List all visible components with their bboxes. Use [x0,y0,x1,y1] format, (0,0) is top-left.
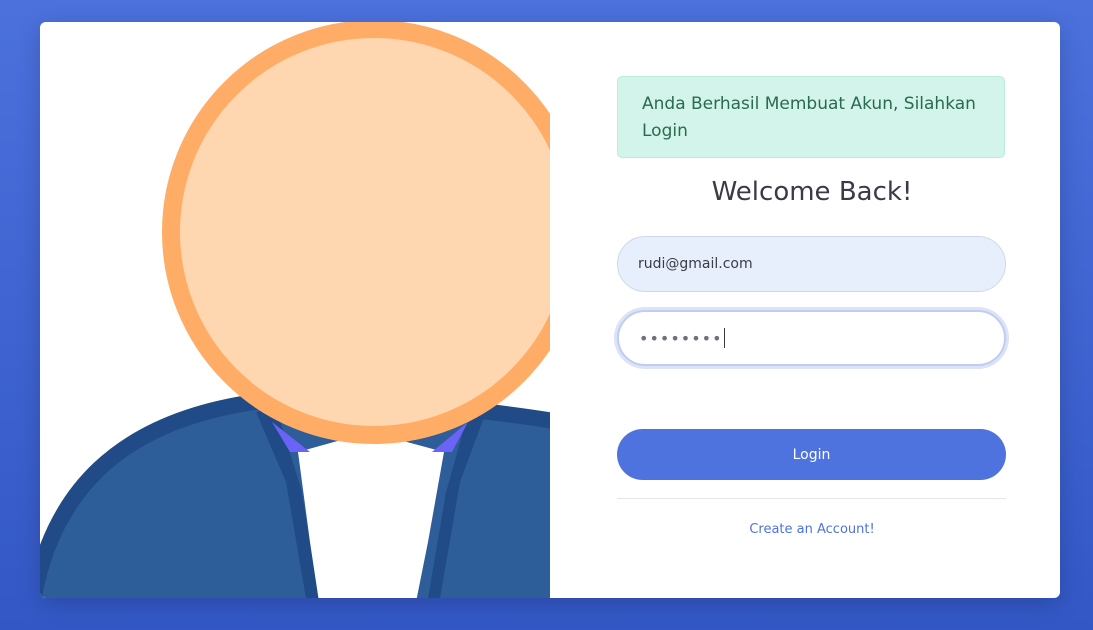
password-field[interactable]: •••••••• [617,310,1006,366]
login-illustration [40,22,550,598]
login-button[interactable]: Login [617,429,1006,480]
login-form-panel: Anda Berhasil Membuat Akun, Silahkan Log… [617,22,1007,598]
email-field[interactable]: rudi@gmail.com [617,236,1006,292]
success-alert: Anda Berhasil Membuat Akun, Silahkan Log… [617,76,1005,158]
divider [617,498,1006,499]
login-card: Anda Berhasil Membuat Akun, Silahkan Log… [40,22,1060,598]
email-value: rudi@gmail.com [638,256,753,272]
create-account-link[interactable]: Create an Account! [617,522,1007,537]
password-value: •••••••• [639,328,723,348]
text-caret [723,328,725,348]
page-title: Welcome Back! [711,177,913,207]
user-avatar-icon [40,22,550,598]
